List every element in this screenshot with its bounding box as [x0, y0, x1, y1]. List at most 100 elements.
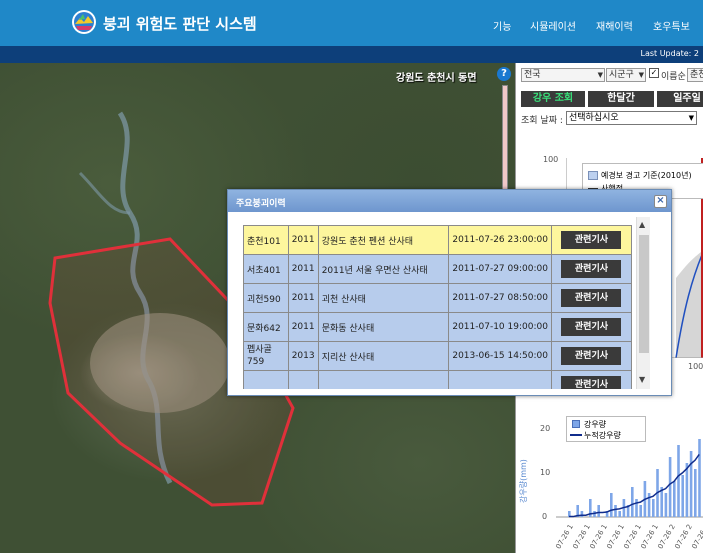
rainfall-bar [694, 469, 697, 517]
tab-one-week[interactable]: 일주일 [657, 91, 703, 107]
nav-functions[interactable]: 기능 [493, 18, 511, 33]
region-select-value: 전국 [524, 70, 541, 80]
cell-datetime [448, 370, 552, 389]
modal-scrollbar[interactable]: ▲ ▼ [636, 217, 650, 389]
status-bar: Last Update: 2 [0, 46, 703, 63]
related-news-button[interactable]: 관련기사 [561, 347, 622, 365]
cell-year: 2011 [287, 225, 319, 255]
cell-name [317, 370, 450, 389]
name-order-checkbox[interactable]: ✓ [649, 68, 659, 78]
scroll-up-icon[interactable]: ▲ [639, 220, 645, 229]
modal-title: 주요붕괴이력 [236, 199, 286, 209]
date-select[interactable]: 선택하십시오 ▼ [566, 111, 697, 125]
rainfall-bar [618, 511, 621, 517]
chevron-down-icon: ▼ [688, 114, 694, 122]
table-row[interactable]: 펩사골 759 2013 지리산 산사태 2013-06-15 14:50:00 관련기… [243, 341, 632, 371]
cell-name: 2011년 서울 우면산 산사태 [317, 254, 450, 284]
cell-id: 문화642 [243, 312, 289, 342]
rainfall-bar [652, 499, 655, 517]
tab-one-month[interactable]: 한달간 [588, 91, 654, 107]
related-news-button[interactable]: 관련기사 [561, 231, 622, 249]
cell-action: 관련기사 [550, 370, 632, 389]
cell-year: 2011 [287, 312, 319, 342]
related-news-button[interactable]: 관련기사 [561, 318, 622, 336]
rainfall-bar [664, 493, 668, 517]
cell-id [243, 370, 289, 389]
chevron-down-icon: ▼ [597, 71, 603, 79]
related-news-button[interactable]: 관련기사 [561, 376, 622, 389]
table-row[interactable]: 춘천101 2011 강원도 춘천 펜션 산사태 2011-07-26 23:00:0… [243, 225, 632, 255]
cell-year: 2013 [287, 341, 319, 371]
nav-simulation[interactable]: 시뮬레이션 [530, 18, 576, 33]
chart2-x-axis: 07-26 1 07-26 1 07-26 1 07-26 1 07-26 1 07-26… [554, 521, 703, 553]
thermometer-gauge [502, 85, 508, 195]
rainfall-chart [556, 439, 703, 518]
cell-name: 문화동 산사태 [317, 312, 450, 342]
rainfall-bar [689, 451, 693, 517]
history-table-container: 춘천101 2011 강원도 춘천 펜션 산사태 2011-07-26 23:00:0… [243, 225, 632, 389]
rainfall-bar [610, 493, 613, 517]
cell-action: 관련기사 [550, 312, 632, 342]
scroll-thumb[interactable] [639, 235, 649, 353]
date-select-value: 선택하십시오 [569, 113, 619, 123]
cell-id: 춘천101 [243, 225, 289, 255]
related-news-button[interactable]: 관련기사 [561, 289, 622, 307]
logo-icon [72, 10, 96, 34]
app-header: 붕괴 위험도 판단 시스템 기능 시뮬레이션 재해이력 호우특보 [0, 0, 703, 46]
cell-name: 괴천 산사태 [317, 283, 450, 313]
table-row[interactable]: 문화642 2011 문화동 산사태 2011-07-10 19:00:00 관련기사 [243, 312, 632, 342]
scroll-down-icon[interactable]: ▼ [639, 375, 645, 384]
chart1-x-label: 100 [688, 362, 703, 371]
landslide-history-modal: 주요붕괴이력 × 춘천101 2011 강원도 춘천 펜션 산사태 2011-07-2… [227, 189, 672, 396]
cell-datetime: 2011-07-27 08:50:00 [448, 283, 552, 313]
cell-year [287, 370, 319, 389]
rainfall-bar [681, 475, 684, 517]
region-select[interactable]: 전국 ▼ [521, 68, 605, 82]
rainfall-bar [639, 505, 642, 517]
city-select[interactable]: 춘천 [687, 68, 703, 82]
rainfall-bar [698, 439, 701, 517]
cell-name: 강원도 춘천 펜션 산사태 [317, 225, 450, 255]
chart1-legend-item: 예경보 경고 기준(2010년) [601, 171, 692, 180]
app-title: 붕괴 위험도 판단 시스템 [103, 15, 257, 33]
rainfall-bar [614, 505, 617, 517]
chart2-ytick: 20 [540, 424, 551, 433]
tab-rainfall-query[interactable]: 강우 조회 [521, 91, 585, 107]
chevron-down-icon: ▼ [638, 71, 644, 79]
legend-swatch [588, 171, 598, 180]
modal-titlebar: 주요붕괴이력 × [228, 190, 671, 212]
table-row[interactable]: 서초401 2011 2011년 서울 우면산 산사태 2011-07-27 09:0… [243, 254, 632, 284]
help-icon[interactable]: ? [497, 67, 511, 81]
district-select-value: 시군구 [609, 70, 634, 80]
chart2-ytick: 10 [540, 468, 551, 477]
nav-disaster-history[interactable]: 재해이력 [596, 18, 633, 33]
rainfall-bar [631, 487, 634, 517]
date-label: 조회 날짜 : [521, 116, 563, 126]
rainfall-bar [677, 445, 680, 517]
cell-datetime: 2011-07-10 19:00:00 [448, 312, 552, 342]
rainfall-bar [635, 499, 638, 517]
close-icon[interactable]: × [654, 195, 667, 208]
city-select-value: 춘천 [690, 70, 703, 80]
rainfall-bar [597, 505, 600, 517]
cell-id: 서초401 [243, 254, 289, 284]
cell-year: 2011 [287, 254, 319, 284]
nav-heavy-rain-warning[interactable]: 호우특보 [653, 18, 690, 33]
cell-datetime: 2011-07-27 09:00:00 [448, 254, 552, 284]
cell-action: 관련기사 [550, 283, 632, 313]
cell-datetime: 2011-07-26 23:00:00 [448, 225, 552, 255]
cell-id: 펩사골 759 [243, 341, 289, 371]
district-select[interactable]: 시군구 ▼ [606, 68, 646, 82]
chart1-y-top-label: 100 [543, 155, 559, 164]
chart2-y-label: 강우량(mm) [519, 459, 528, 503]
rainfall-bar [668, 457, 672, 517]
history-table: 춘천101 2011 강원도 춘천 펜션 산사태 2011-07-26 23:00:0… [243, 225, 632, 389]
table-row[interactable]: 괴천590 2011 괴천 산사태 2011-07-27 08:50:00 관련기사 [243, 283, 632, 313]
related-news-button[interactable]: 관련기사 [561, 260, 622, 278]
cell-action: 관련기사 [550, 341, 632, 371]
rainfall-bar [673, 481, 676, 517]
chart2-ytick: 0 [542, 512, 548, 521]
cell-name: 지리산 산사태 [317, 341, 450, 371]
cell-year: 2011 [287, 283, 319, 313]
table-row[interactable]: 관련기사 [243, 370, 632, 389]
